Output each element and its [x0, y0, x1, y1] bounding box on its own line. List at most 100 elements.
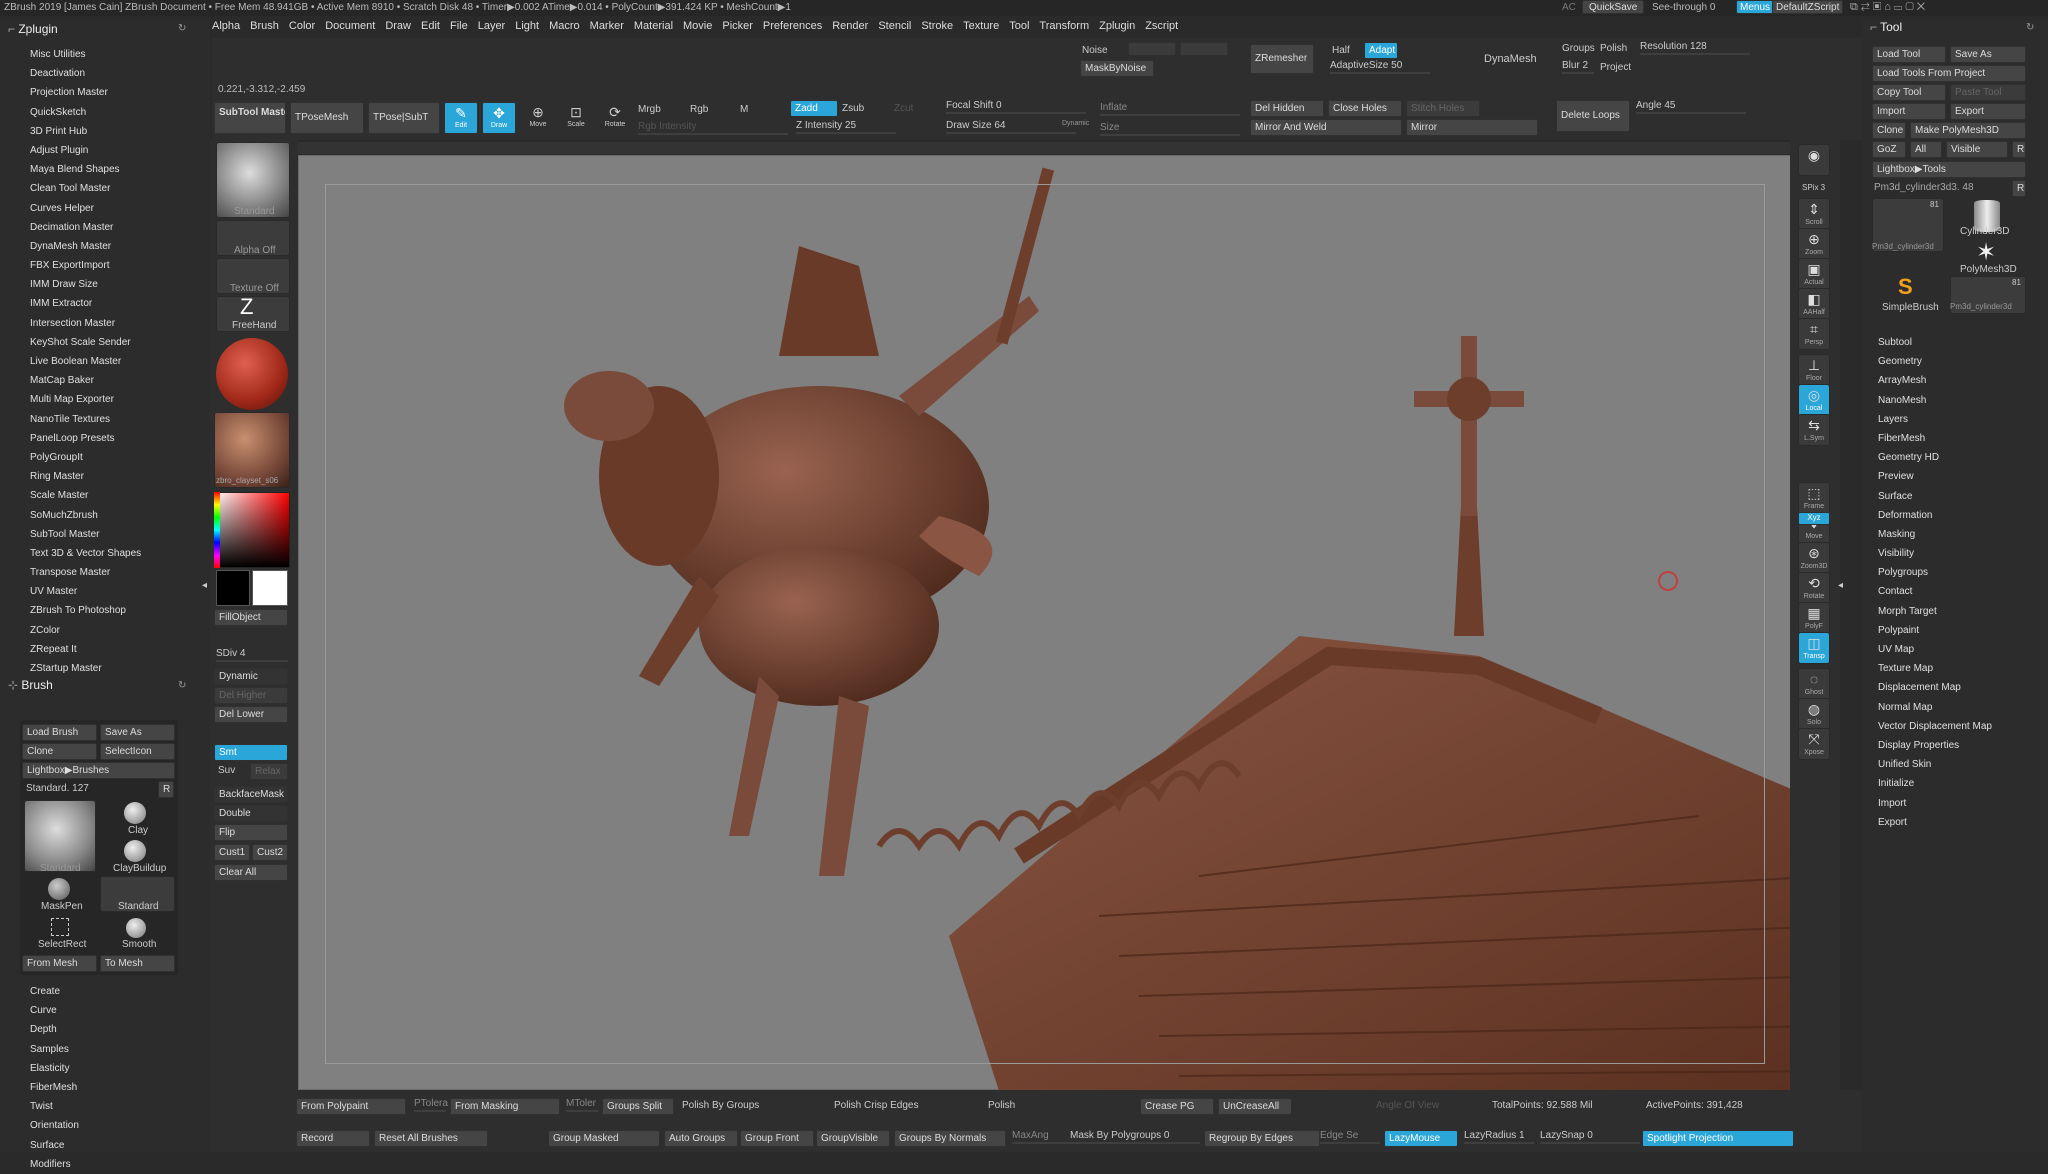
scroll-button[interactable]: ⇕ Scroll: [1798, 198, 1830, 230]
tool-section-item[interactable]: Polypaint: [1862, 621, 2048, 640]
plugin-item[interactable]: UV Master: [0, 582, 205, 601]
menu-item-color[interactable]: Color: [289, 20, 315, 32]
zcut-button[interactable]: Zcut: [894, 103, 913, 114]
groups-button[interactable]: Groups: [1562, 43, 1595, 54]
backface-mask-button[interactable]: BackfaceMask: [214, 786, 288, 803]
lazyradius-slider[interactable]: LazyRadius 1: [1464, 1130, 1534, 1144]
bpr-button[interactable]: ◉: [1798, 144, 1830, 176]
goz-button[interactable]: GoZ: [1872, 141, 1906, 158]
brush-subpalette-item[interactable]: Twist: [0, 1097, 205, 1116]
stitch-holes-button[interactable]: Stitch Holes: [1406, 100, 1480, 117]
brush-subpalette-item[interactable]: Elasticity: [0, 1059, 205, 1078]
scale-button[interactable]: ⊡ Scale: [560, 104, 592, 128]
material-sphere-red[interactable]: [216, 338, 288, 410]
lazymouse-button[interactable]: LazyMouse: [1384, 1130, 1458, 1147]
menu-item-preferences[interactable]: Preferences: [763, 20, 822, 32]
brush-subpalette-item[interactable]: Orientation: [0, 1116, 205, 1135]
menu-item-texture[interactable]: Texture: [963, 20, 999, 32]
close-holes-button[interactable]: Close Holes: [1328, 100, 1402, 117]
hue-strip[interactable]: [214, 492, 220, 568]
plugin-item[interactable]: Live Boolean Master: [0, 352, 205, 371]
lightbox-tools-button[interactable]: Lightbox▶Tools: [1872, 161, 2026, 178]
zoom3d-button[interactable]: ⊛ Zoom3D: [1798, 542, 1830, 574]
plugin-item[interactable]: KeyShot Scale Sender: [0, 333, 205, 352]
maskpen-brush-icon[interactable]: [48, 878, 70, 900]
tool-section-item[interactable]: Preview: [1862, 467, 2048, 486]
menus-button[interactable]: Menus: [1736, 0, 1775, 14]
menu-item-draw[interactable]: Draw: [385, 20, 411, 32]
menu-item-edit[interactable]: Edit: [421, 20, 440, 32]
angle-slider[interactable]: Angle 45: [1636, 100, 1746, 114]
mirror-button[interactable]: Mirror: [1406, 119, 1538, 136]
z-intensity-slider[interactable]: Z Intensity 25: [796, 120, 896, 134]
del-hidden-button[interactable]: Del Hidden: [1250, 100, 1324, 117]
standard-brush-count[interactable]: Standard. 127: [26, 783, 89, 794]
to-mesh-button[interactable]: To Mesh: [100, 955, 175, 972]
plugin-item[interactable]: NanoTile Textures: [0, 410, 205, 429]
mask-by-noise-button[interactable]: MaskByNoise: [1080, 60, 1154, 77]
mrgb-button[interactable]: Mrgb: [638, 104, 661, 115]
load-brush-button[interactable]: Load Brush: [22, 724, 97, 741]
mask-by-polygroups-slider[interactable]: Mask By Polygroups 0: [1070, 1130, 1200, 1144]
suv-label[interactable]: Suv: [218, 765, 235, 776]
plugin-item[interactable]: Projection Master: [0, 83, 205, 102]
size-slider[interactable]: Size: [1100, 122, 1240, 136]
polymesh3d-icon[interactable]: ✶: [1976, 238, 1996, 267]
tool-section-item[interactable]: Vector Displacement Map: [1862, 717, 2048, 736]
menu-item-alpha[interactable]: Alpha: [212, 20, 240, 32]
menu-item-render[interactable]: Render: [832, 20, 868, 32]
plugin-item[interactable]: Curves Helper: [0, 199, 205, 218]
plugin-item[interactable]: ZBrush To Photoshop: [0, 601, 205, 620]
tool-section-item[interactable]: Layers: [1862, 410, 2048, 429]
zoom-button[interactable]: ⊕ Zoom: [1798, 228, 1830, 260]
blur-slider[interactable]: Blur 2: [1562, 60, 1594, 74]
angle-of-view-slider[interactable]: Angle Of View: [1376, 1100, 1439, 1111]
plugin-item[interactable]: Multi Map Exporter: [0, 390, 205, 409]
sdiv-slider[interactable]: SDiv 4: [216, 648, 288, 662]
tool-section-item[interactable]: Subtool: [1862, 333, 2048, 352]
frame-button[interactable]: ⬚ Frame: [1798, 482, 1830, 514]
project-button[interactable]: Project: [1600, 62, 1631, 73]
plugin-item[interactable]: 3D Print Hub: [0, 122, 205, 141]
ghost-button[interactable]: ◌ Ghost: [1798, 668, 1830, 700]
menu-item-light[interactable]: Light: [515, 20, 539, 32]
delete-loops-button[interactable]: Delete Loops: [1556, 100, 1630, 132]
plugin-item[interactable]: Maya Blend Shapes: [0, 160, 205, 179]
menu-item-layer[interactable]: Layer: [478, 20, 506, 32]
plugin-item[interactable]: Intersection Master: [0, 314, 205, 333]
r-button[interactable]: R: [2012, 180, 2026, 197]
cust2-button[interactable]: Cust2: [252, 844, 288, 861]
load-tools-from-project-button[interactable]: Load Tools From Project: [1872, 65, 2026, 82]
regroup-by-edges-button[interactable]: Regroup By Edges: [1204, 1130, 1320, 1147]
resolution-slider[interactable]: Resolution 128: [1640, 41, 1750, 55]
plugin-item[interactable]: IMM Extractor: [0, 294, 205, 313]
tool-section-item[interactable]: UV Map: [1862, 640, 2048, 659]
clay-brush-icon[interactable]: [124, 802, 146, 824]
current-tool-label[interactable]: Pm3d_cylinder3d3. 48: [1874, 182, 1974, 193]
secondary-color-swatch[interactable]: [216, 570, 250, 606]
tool-section-item[interactable]: Polygroups: [1862, 563, 2048, 582]
tray-collapse-icon[interactable]: ◂: [1838, 580, 1844, 596]
tool-section-item[interactable]: Morph Target: [1862, 602, 2048, 621]
zsub-button[interactable]: Zsub: [842, 103, 864, 114]
draw-size-slider[interactable]: Draw Size 64: [946, 120, 1076, 134]
xpose-button[interactable]: ⤧ Xpose: [1798, 728, 1830, 760]
select-icon-button[interactable]: SelectIcon: [100, 743, 175, 760]
auto-groups-button[interactable]: Auto Groups: [664, 1130, 738, 1147]
dynamic-button[interactable]: Dynamic: [214, 668, 288, 685]
polish-by-groups-slider[interactable]: Polish By Groups: [682, 1100, 759, 1111]
simplebrush-icon[interactable]: S: [1898, 274, 1913, 300]
del-higher-button[interactable]: Del Higher: [214, 687, 288, 704]
menu-item-marker[interactable]: Marker: [590, 20, 624, 32]
smooth-brush-icon[interactable]: [126, 918, 146, 938]
all-button[interactable]: All: [1910, 141, 1942, 158]
brush-subpalette-item[interactable]: FiberMesh: [0, 1078, 205, 1097]
del-lower-button[interactable]: Del Lower: [214, 706, 288, 723]
refresh-icon[interactable]: ↻: [178, 680, 186, 691]
plugin-item[interactable]: Decimation Master: [0, 218, 205, 237]
rotate-button[interactable]: ⟲ Rotate: [1798, 572, 1830, 604]
reset-all-brushes-button[interactable]: Reset All Brushes: [374, 1130, 488, 1147]
double-button[interactable]: Double: [214, 805, 288, 822]
menu-item-zscript[interactable]: Zscript: [1145, 20, 1178, 32]
floor-button[interactable]: ⊥ Floor: [1798, 354, 1830, 386]
